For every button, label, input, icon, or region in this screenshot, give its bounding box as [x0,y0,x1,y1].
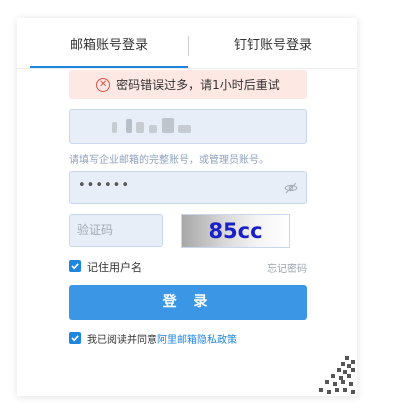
agreement-prefix: 我已阅读并同意 [87,335,157,346]
agreement-row: 我已阅读并同意阿里邮箱隐私政策 [69,332,307,346]
active-tab-indicator [30,66,188,68]
blurred-account-text [149,125,157,133]
qr-code-corner-icon[interactable] [311,350,357,396]
tab-dingtalk-login[interactable]: 钉钉账号登录 [193,18,353,68]
error-circle-icon: ✕ [96,77,111,92]
tab-divider [188,36,189,56]
password-masked-value: •••••• [78,178,131,193]
login-card: 邮箱账号登录 钉钉账号登录 ✕ 密码错误过多，请1小时后重试 请填写企业邮箱的完… [17,18,357,396]
captcha-image[interactable]: 85cc [181,214,290,248]
blurred-account-text [126,119,132,133]
captcha-input[interactable]: 验证码 [69,214,163,247]
eye-slash-icon[interactable] [284,182,298,194]
login-button[interactable]: 登 录 [69,285,307,320]
agreement-text: 我已阅读并同意阿里邮箱隐私政策 [87,331,237,346]
error-alert: ✕ 密码错误过多，请1小时后重试 [69,70,307,99]
account-input[interactable] [69,109,307,144]
account-hint: 请填写企业邮箱的完整账号，或管理员账号。 [69,155,269,166]
blurred-account-text [112,122,117,133]
alert-message: 密码错误过多，请1小时后重试 [116,78,280,92]
tab-email-login[interactable]: 邮箱账号登录 [30,18,188,68]
remember-checkbox[interactable] [69,260,81,272]
password-input[interactable]: •••••• [69,171,307,204]
blurred-account-text [136,122,144,133]
remember-username-row: 记住用户名 忘记密码 [69,260,307,275]
agreement-checkbox[interactable] [69,332,81,344]
login-tabs: 邮箱账号登录 钉钉账号登录 [17,18,357,69]
forgot-password-link[interactable]: 忘记密码 [267,260,307,275]
checkmark-icon [71,263,79,270]
privacy-policy-link[interactable]: 阿里邮箱隐私政策 [157,335,237,346]
remember-label: 记住用户名 [87,261,142,274]
blurred-account-text [162,118,174,133]
blurred-account-text [178,125,191,133]
checkmark-icon [71,335,79,342]
